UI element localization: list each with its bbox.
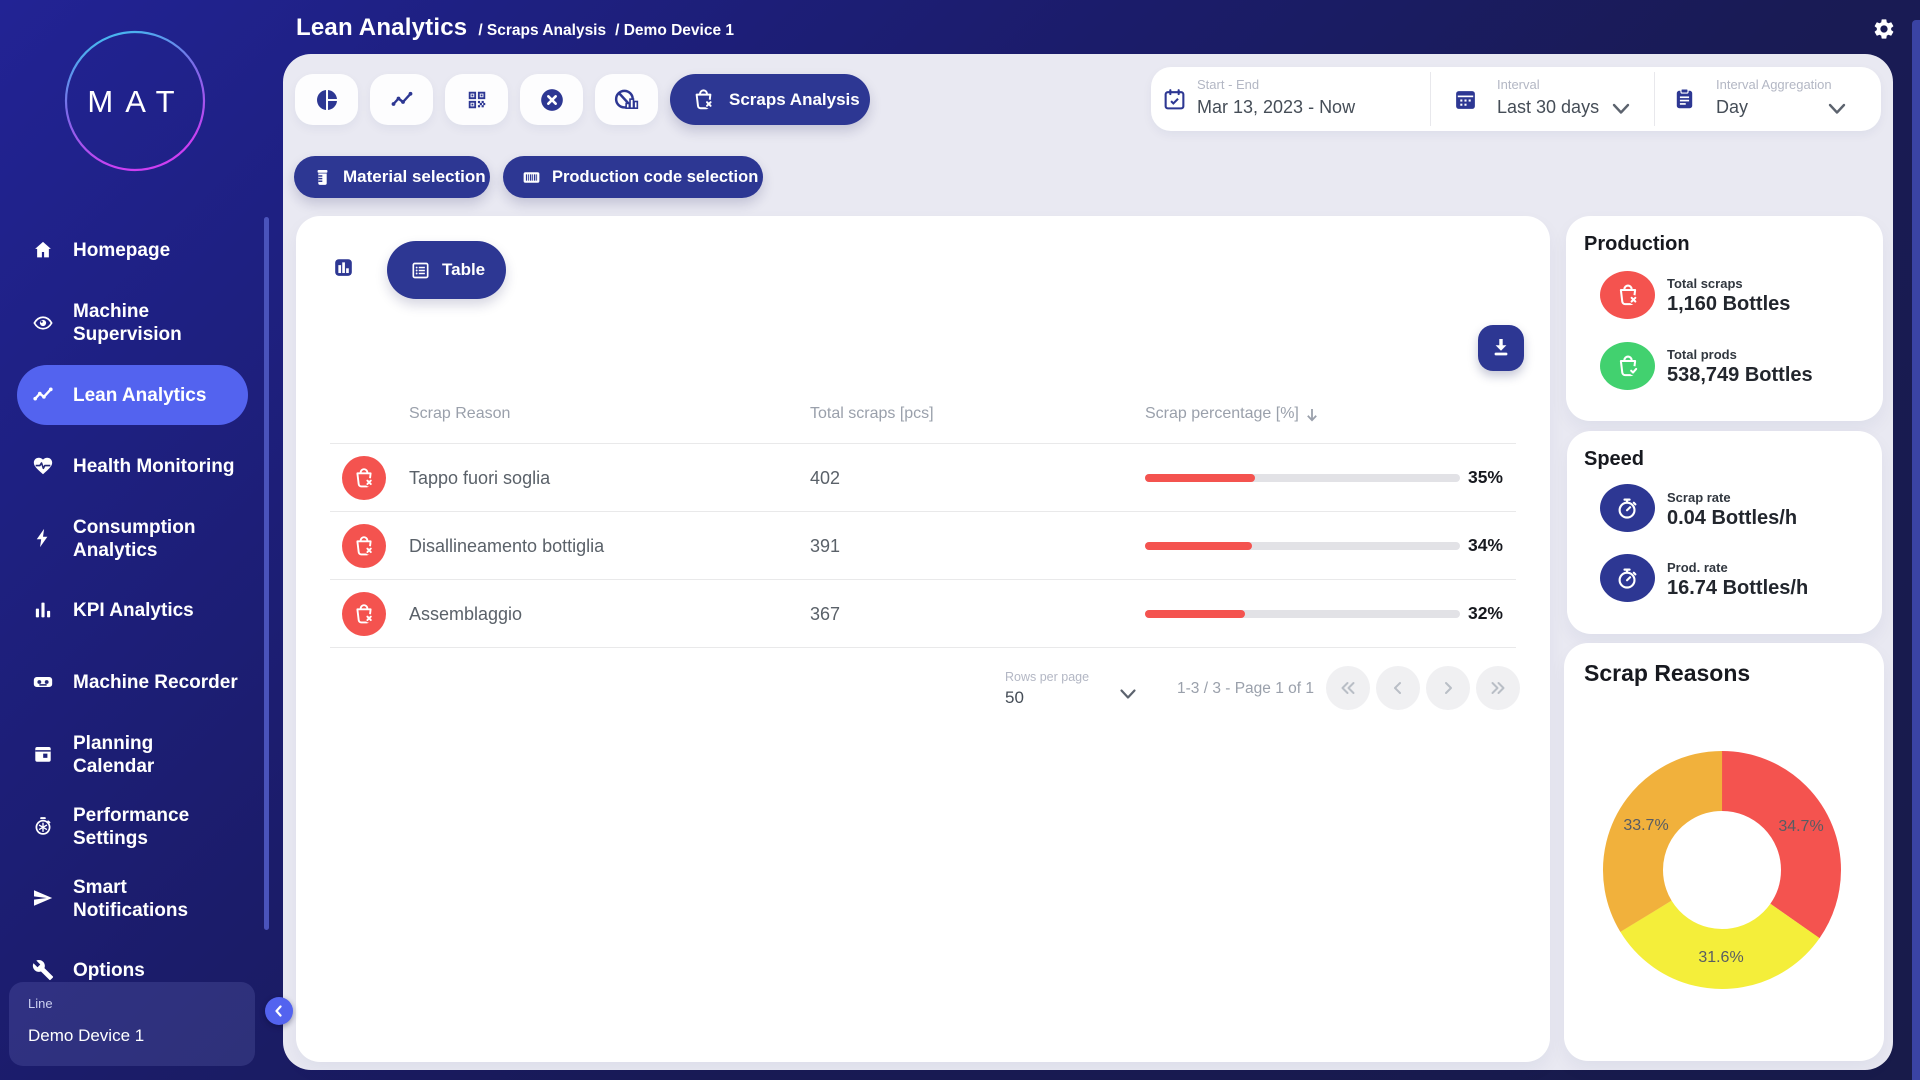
svg-text:MAT: MAT <box>87 84 186 119</box>
